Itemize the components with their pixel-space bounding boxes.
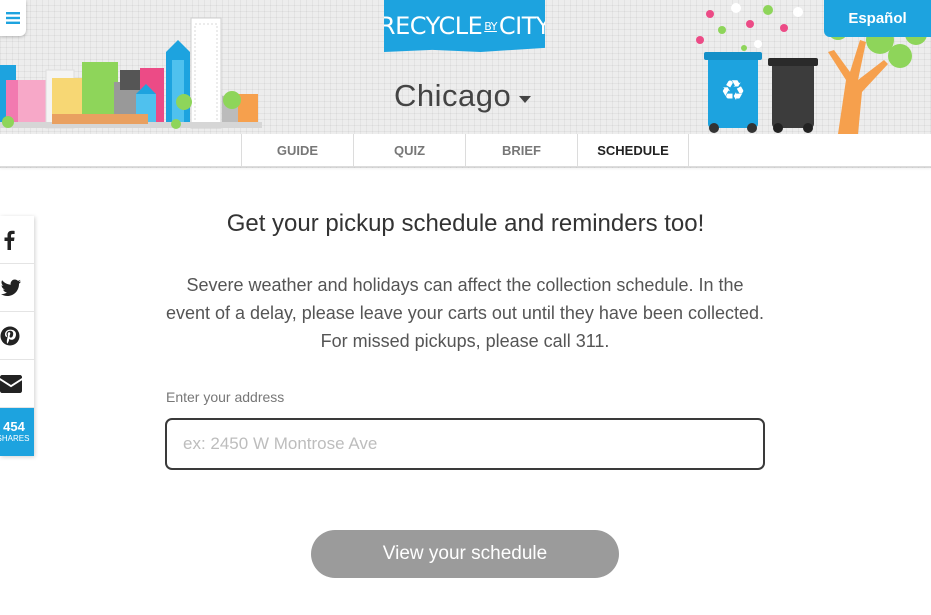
address-input[interactable] <box>165 418 765 470</box>
tab-schedule[interactable]: SCHEDULE <box>577 134 689 167</box>
share-count-badge: 454 SHARES <box>0 408 34 456</box>
address-label: Enter your address <box>166 389 285 405</box>
share-count-label: SHARES <box>0 434 30 443</box>
logo-text-recycle: RECYCLE <box>378 12 483 40</box>
logo-text-city: CITY <box>498 12 551 40</box>
share-count: 454 <box>3 419 25 434</box>
page-headline: Get your pickup schedule and reminders t… <box>226 210 705 237</box>
twitter-icon <box>1 279 21 296</box>
share-twitter-button[interactable] <box>0 264 34 312</box>
share-email-button[interactable] <box>0 360 34 408</box>
view-schedule-button[interactable]: View your schedule <box>311 530 619 578</box>
share-sidebar: 454 SHARES <box>0 216 34 456</box>
svg-text:♻: ♻ <box>720 74 745 107</box>
pinterest-icon <box>0 326 20 345</box>
caret-down-icon <box>519 95 532 103</box>
email-icon <box>0 374 22 393</box>
city-name: Chicago <box>394 78 512 113</box>
schedule-description: Severe weather and holidays can affect t… <box>165 275 765 351</box>
section-nav: GUIDE QUIZ BRIEF SCHEDULE <box>0 134 931 167</box>
tab-brief[interactable]: BRIEF <box>465 134 577 167</box>
tab-guide[interactable]: GUIDE <box>241 134 353 167</box>
city-skyline-illustration <box>0 17 262 129</box>
language-toggle-button[interactable]: Español <box>824 0 931 37</box>
logo-text-by: BY <box>484 19 497 33</box>
share-pinterest-button[interactable] <box>0 312 34 360</box>
tab-quiz[interactable]: QUIZ <box>353 134 465 167</box>
city-selector[interactable]: Chicago <box>394 76 539 116</box>
site-logo[interactable]: RECYCLE BY CITY <box>384 0 545 56</box>
